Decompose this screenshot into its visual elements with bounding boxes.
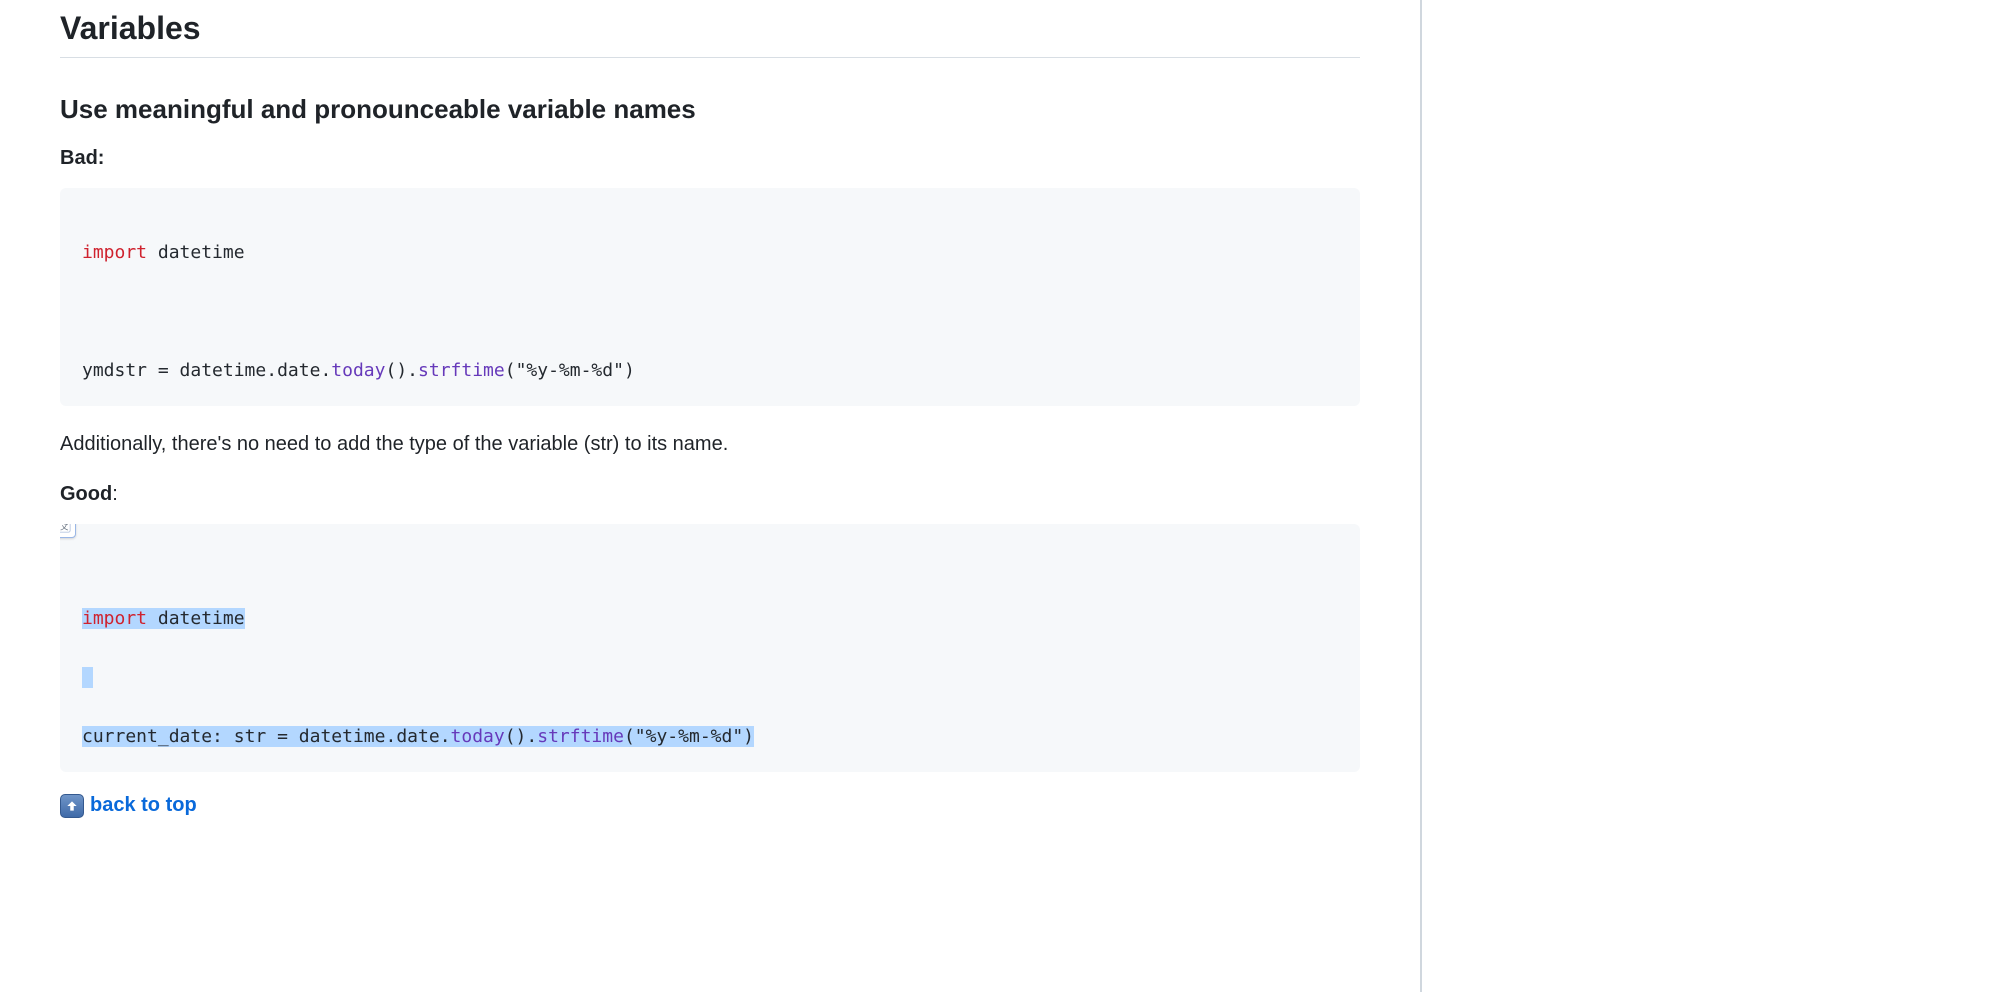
code-text: date — [396, 726, 439, 747]
code-space — [266, 726, 277, 747]
code-text: ymdstr — [82, 360, 158, 381]
code-text: datetime — [147, 608, 245, 629]
bad-label: Bad: — [60, 147, 1360, 170]
code-keyword: import — [82, 242, 147, 263]
code-text: datetime — [169, 360, 267, 381]
code-punc: . — [385, 726, 396, 747]
code-punc: . — [526, 726, 537, 747]
code-func: strftime — [537, 726, 624, 747]
subsection-title: Use meaningful and pronounceable variabl… — [60, 94, 1360, 125]
page-wrap: Variables Use meaningful and pronounceab… — [0, 0, 1994, 992]
code-punc: ) — [624, 360, 635, 381]
code-punc: () — [385, 360, 407, 381]
code-op: = — [158, 360, 169, 381]
code-punc: . — [266, 360, 277, 381]
code-punc: () — [505, 726, 527, 747]
code-text: current_date — [82, 726, 212, 747]
good-label-bold: Good — [60, 483, 112, 505]
content-panel: Variables Use meaningful and pronounceab… — [0, 0, 1422, 992]
code-text: date — [277, 360, 320, 381]
code-keyword: import — [82, 608, 147, 629]
good-label: Good: — [60, 483, 1360, 506]
code-func: today — [451, 726, 505, 747]
code-op: = — [277, 726, 288, 747]
code-func: strftime — [418, 360, 505, 381]
code-string: "%y-%m-%d" — [635, 726, 743, 747]
code-text: datetime — [288, 726, 386, 747]
code-punc: ( — [505, 360, 516, 381]
code-punc: . — [320, 360, 331, 381]
code-type: str — [234, 726, 267, 747]
good-label-colon: : — [112, 483, 118, 505]
back-to-top-link[interactable]: back to top — [60, 794, 197, 818]
code-block-good: G 文 import datetime current_date: str = … — [60, 524, 1360, 772]
section-title: Variables — [60, 10, 1360, 58]
arrow-up-icon — [60, 794, 84, 818]
code-punc: ) — [743, 726, 754, 747]
code-punc: . — [407, 360, 418, 381]
code-punc: : — [212, 726, 234, 747]
translate-icon[interactable]: G 文 — [60, 524, 76, 538]
code-func: today — [331, 360, 385, 381]
back-to-top-text: back to top — [90, 794, 197, 817]
code-punc: . — [440, 726, 451, 747]
code-block-bad: import datetime ymdstr = datetime.date.t… — [60, 188, 1360, 406]
code-text: datetime — [147, 242, 245, 263]
note-text: Additionally, there's no need to add the… — [60, 430, 1360, 459]
svg-text:文: 文 — [60, 524, 68, 531]
code-string: "%y-%m-%d" — [516, 360, 624, 381]
code-punc: ( — [624, 726, 635, 747]
